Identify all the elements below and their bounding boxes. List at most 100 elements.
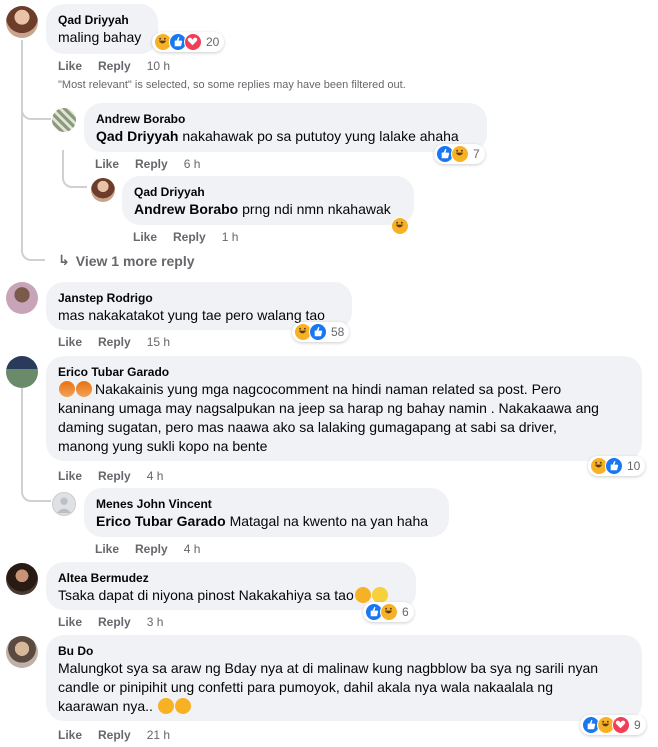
comment-line: Nakakainis yung mga nagcocomment na hind… — [95, 381, 562, 397]
comment-actions: Like Reply 15 h — [58, 334, 170, 350]
timestamp[interactable]: 21 h — [147, 727, 170, 743]
comment-author[interactable]: Bu Do — [58, 643, 630, 659]
comment-body: nakahawak po sa pututoy yung lalake ahah… — [182, 128, 459, 144]
comment-text: Tsaka dapat di niyona pinost Nakakahiya … — [58, 586, 404, 605]
timestamp[interactable]: 3 h — [147, 614, 164, 630]
comment-text: Nakakainis yung mga nagcocomment na hind… — [58, 380, 630, 399]
rofl-emoji-icon — [354, 587, 371, 603]
love-reaction-icon — [612, 716, 630, 734]
reaction-summary[interactable]: 7 — [434, 144, 485, 164]
thread-connector — [21, 480, 51, 502]
comment-bubble: Erico Tubar Garado Nakakainis yung mga n… — [46, 356, 642, 461]
comment-line: kaninang umaga may nagsalpukan na jeep s… — [58, 400, 599, 416]
like-button[interactable]: Like — [95, 156, 119, 172]
mention-link[interactable]: Erico Tubar Garado — [96, 513, 226, 529]
avatar[interactable] — [6, 6, 38, 38]
comment-author[interactable]: Qad Driyyah — [58, 12, 146, 28]
comment-text: Andrew Borabo prng ndi nmn nkahawak — [134, 200, 402, 219]
comment-line: kaarawan nya.. — [58, 698, 153, 714]
timestamp[interactable]: 4 h — [147, 468, 164, 484]
timestamp[interactable]: 6 h — [184, 156, 201, 172]
mention-link[interactable]: Andrew Borabo — [134, 201, 238, 217]
rofl-emoji-icon — [174, 698, 191, 714]
avatar[interactable] — [6, 636, 38, 668]
like-button[interactable]: Like — [58, 334, 82, 350]
haha-reaction-icon — [380, 603, 398, 621]
thread-connector — [62, 170, 87, 188]
angry-emoji-icon — [59, 381, 75, 397]
comment-actions: Like Reply 21 h — [58, 727, 170, 743]
comment-author[interactable]: Qad Driyyah — [134, 184, 402, 200]
reaction-count: 10 — [627, 459, 641, 473]
view-more-label: View 1 more reply — [75, 252, 195, 269]
sad-emoji-icon — [371, 587, 388, 603]
comment-author[interactable]: Menes John Vincent — [96, 496, 437, 512]
comment-author[interactable]: Janstep Rodrigo — [58, 290, 340, 306]
comment-actions: Like Reply 1 h — [133, 229, 238, 245]
like-reaction-icon — [309, 323, 327, 341]
like-reaction-icon — [605, 457, 623, 475]
like-button[interactable]: Like — [58, 468, 82, 484]
reply-arrow-icon: ↳ — [58, 252, 70, 268]
comment-body: Tsaka dapat di niyona pinost Nakakahiya … — [58, 587, 354, 603]
timestamp[interactable]: 10 h — [147, 58, 170, 74]
reaction-summary[interactable]: 9 — [580, 715, 646, 735]
comment-author[interactable]: Erico Tubar Garado — [58, 364, 630, 380]
reaction-summary[interactable]: 6 — [363, 602, 414, 622]
avatar[interactable] — [52, 492, 76, 516]
like-button[interactable]: Like — [95, 541, 119, 557]
comment-actions: Like Reply 3 h — [58, 614, 163, 630]
comment-actions: Like Reply 4 h — [58, 468, 163, 484]
thread-connector — [21, 100, 51, 120]
reply-button[interactable]: Reply — [135, 156, 168, 172]
reply-button[interactable]: Reply — [173, 229, 206, 245]
like-button[interactable]: Like — [58, 58, 82, 74]
comment-bubble: Qad Driyyah maling bahay — [46, 4, 158, 54]
reaction-count: 7 — [473, 147, 480, 161]
avatar[interactable] — [6, 356, 38, 388]
reaction-summary[interactable] — [389, 216, 412, 236]
avatar[interactable] — [91, 178, 115, 202]
reply-button[interactable]: Reply — [98, 58, 131, 74]
comment-bubble: Menes John Vincent Erico Tubar Garado Ma… — [84, 488, 449, 537]
reaction-count: 9 — [634, 718, 641, 732]
avatar[interactable] — [6, 563, 38, 595]
like-button[interactable]: Like — [58, 727, 82, 743]
reaction-count: 20 — [206, 35, 220, 49]
comment-text: Erico Tubar Garado Matagal na kwento na … — [96, 512, 437, 531]
comment-bubble: Andrew Borabo Qad Driyyah nakahawak po s… — [84, 103, 487, 152]
comment-bubble: Bu Do Malungkot sya sa araw ng Bday nya … — [46, 635, 642, 721]
like-button[interactable]: Like — [58, 614, 82, 630]
comment-actions: Like Reply 4 h — [95, 541, 200, 557]
timestamp[interactable]: 1 h — [222, 229, 239, 245]
reply-button[interactable]: Reply — [98, 468, 131, 484]
angry-emoji-icon — [76, 381, 92, 397]
comment-author[interactable]: Altea Bermudez — [58, 570, 404, 586]
reaction-summary[interactable]: 58 — [292, 322, 350, 342]
haha-reaction-icon — [391, 217, 409, 235]
reaction-count: 58 — [331, 325, 345, 339]
reply-button[interactable]: Reply — [98, 727, 131, 743]
comment-author[interactable]: Andrew Borabo — [96, 111, 475, 127]
comment-text: Qad Driyyah nakahawak po sa pututoy yung… — [96, 127, 475, 146]
avatar[interactable] — [52, 108, 76, 132]
timestamp[interactable]: 15 h — [147, 334, 170, 350]
comment-body: Matagal na kwento na yan haha — [229, 513, 429, 529]
thread-line — [21, 388, 23, 488]
reaction-summary[interactable]: 10 — [588, 456, 646, 476]
reaction-count: 6 — [402, 605, 409, 619]
reaction-summary[interactable]: 20 — [152, 32, 225, 52]
avatar[interactable] — [6, 282, 38, 314]
reply-button[interactable]: Reply — [98, 334, 131, 350]
mention-link[interactable]: Qad Driyyah — [96, 128, 178, 144]
comment-line: candle or pinipihit ung confetti para pu… — [58, 679, 553, 695]
comment-line: daming sugatan, pero mas naawa ako sa la… — [58, 419, 557, 435]
filtered-notice: "Most relevant" is selected, so some rep… — [58, 79, 406, 91]
like-button[interactable]: Like — [133, 229, 157, 245]
rofl-emoji-icon — [157, 698, 174, 714]
reply-button[interactable]: Reply — [98, 614, 131, 630]
timestamp[interactable]: 4 h — [184, 541, 201, 557]
reply-button[interactable]: Reply — [135, 541, 168, 557]
comment-text: kaarawan nya.. — [58, 697, 630, 716]
view-more-replies-button[interactable]: ↳ View 1 more reply — [58, 252, 195, 269]
